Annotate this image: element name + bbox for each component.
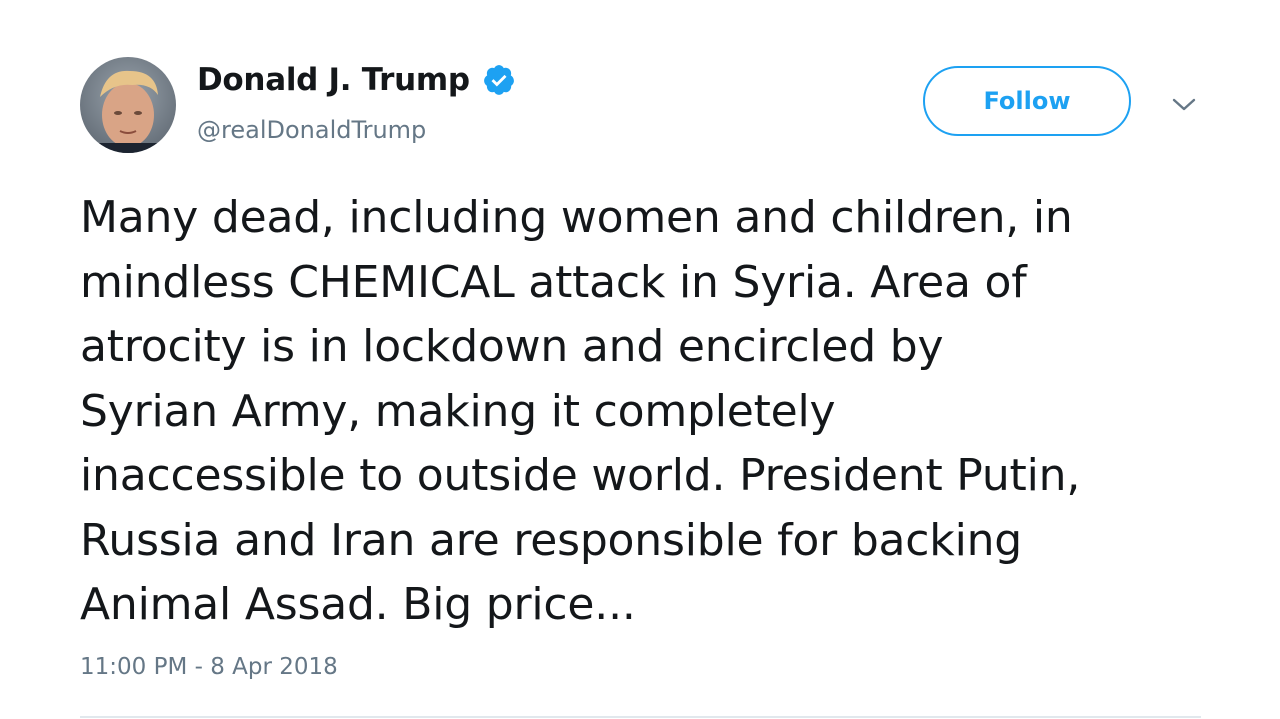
tweet-text: Many dead, including women and children,… — [80, 186, 1230, 638]
tweet-timestamp[interactable]: 11:00 PM - 8 Apr 2018 — [80, 654, 338, 680]
author-name: Donald J. Trump — [197, 62, 470, 98]
avatar[interactable] — [80, 57, 176, 153]
follow-button[interactable]: Follow — [923, 66, 1131, 136]
verified-badge-icon — [482, 63, 516, 97]
divider — [80, 716, 1201, 718]
display-name[interactable]: Donald J. Trump — [197, 62, 516, 98]
tweet-text-line: mindless CHEMICAL attack in Syria. Area … — [80, 256, 1027, 308]
tweet-text-line: Many dead, including women and children,… — [80, 192, 1073, 243]
chevron-down-icon[interactable] — [1170, 93, 1198, 115]
tweet-text-line: inaccessible to outside world. President… — [80, 450, 1081, 501]
tweet-text-line: Syrian Army, making it completely — [80, 385, 836, 437]
profile-photo-icon — [80, 57, 176, 153]
tweet-text-line: atrocity is in lockdown and encircled by — [80, 321, 944, 372]
tweet-text-line: Russia and Iran are responsible for back… — [80, 514, 1023, 566]
author-handle[interactable]: @realDonaldTrump — [197, 116, 426, 144]
tweet-text-line: Animal Assad. Big price... — [80, 579, 636, 630]
